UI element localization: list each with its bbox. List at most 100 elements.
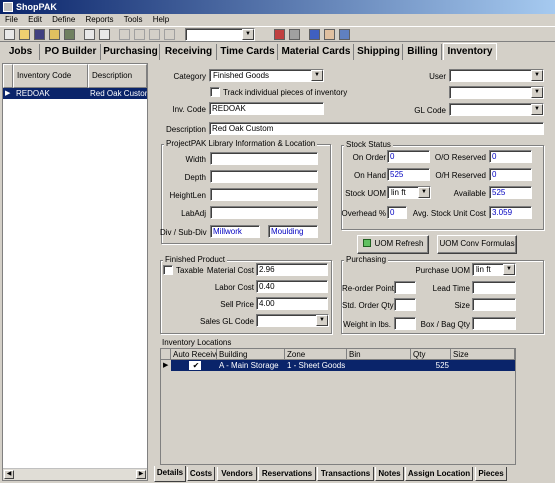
menu-help[interactable]: Help	[153, 15, 169, 24]
purchase-uom-label: Purchase UOM	[415, 266, 470, 275]
tab-billing[interactable]: Billing	[404, 44, 442, 60]
print-preview-icon[interactable]	[84, 29, 95, 40]
sell-price-input[interactable]: 4.00	[256, 297, 328, 310]
subdiv-input[interactable]: Moulding	[268, 225, 318, 238]
chart-icon[interactable]	[309, 29, 320, 40]
table-row[interactable]: ▶ ✔ A - Main Storage 1 - Sheet Goods 525	[161, 360, 515, 371]
taxable-checkbox[interactable]	[163, 265, 173, 275]
sell-price-label: Sell Price	[220, 300, 254, 309]
find-icon[interactable]	[99, 29, 110, 40]
heightlen-input[interactable]	[210, 188, 318, 201]
sales-gl-code-select[interactable]: ▼	[256, 314, 329, 327]
tab-notes[interactable]: Notes	[375, 467, 404, 481]
tab-pieces[interactable]: Pieces	[475, 467, 507, 481]
tab-material-cards[interactable]: Material Cards	[279, 44, 354, 60]
avg-cost-input[interactable]: 3.059	[489, 206, 532, 219]
chevron-down-icon[interactable]: ▼	[316, 315, 328, 326]
tab-jobs[interactable]: Jobs	[2, 44, 40, 60]
track-pieces-checkbox[interactable]	[210, 87, 220, 97]
open-folder-icon[interactable]	[19, 29, 30, 40]
scroll-left-icon[interactable]: ◀	[4, 470, 14, 479]
tab-transactions[interactable]: Transactions	[317, 467, 374, 481]
toolbar-dropdown[interactable]: ▼	[185, 28, 255, 41]
menu-reports[interactable]: Reports	[86, 15, 114, 24]
new-icon[interactable]	[4, 29, 15, 40]
tab-assign-location[interactable]: Assign Location	[405, 467, 473, 481]
folder-alt-icon[interactable]	[64, 29, 75, 40]
tab-vendors[interactable]: Vendors	[217, 467, 257, 481]
tab-inventory[interactable]: Inventory	[443, 43, 497, 60]
gl-code-select[interactable]: ▼	[449, 103, 544, 116]
purchase-uom-select[interactable]: lin ft ▼	[472, 263, 516, 276]
description-input[interactable]: Red Oak Custom	[209, 122, 544, 135]
menu-file[interactable]: File	[5, 15, 18, 24]
lead-time-input[interactable]	[472, 281, 516, 294]
oh-reserved-input[interactable]: 0	[489, 168, 532, 181]
labor-cost-input[interactable]: 0.40	[256, 280, 328, 293]
depth-input[interactable]	[210, 170, 318, 183]
folder-icon[interactable]	[49, 29, 60, 40]
tab-shipping[interactable]: Shipping	[355, 44, 403, 60]
tab-costs[interactable]: Costs	[187, 467, 215, 481]
menu-bar: File Edit Define Reports Tools Help	[0, 14, 555, 26]
labadj-input[interactable]	[210, 206, 318, 219]
column-header-bin[interactable]: Bin	[347, 349, 411, 360]
save-icon[interactable]	[34, 29, 45, 40]
box-bag-qty-input[interactable]	[472, 317, 516, 330]
inv-code-input[interactable]: REDOAK	[209, 102, 324, 115]
div-input[interactable]: Millwork	[210, 225, 260, 238]
oo-reserved-input[interactable]: 0	[489, 150, 532, 163]
cut-icon[interactable]	[119, 29, 130, 40]
weight-input[interactable]	[394, 317, 416, 330]
menu-edit[interactable]: Edit	[28, 15, 42, 24]
chevron-down-icon[interactable]: ▼	[242, 29, 254, 40]
people-icon[interactable]	[324, 29, 335, 40]
stock-uom-select[interactable]: lin ft ▼	[387, 186, 431, 199]
column-header-inventory-code[interactable]: Inventory Code	[13, 64, 88, 88]
uom-refresh-button[interactable]: UOM Refresh	[357, 235, 429, 254]
tab-purchasing[interactable]: Purchasing	[102, 44, 160, 60]
available-input[interactable]: 525	[489, 186, 532, 199]
chevron-down-icon[interactable]: ▼	[531, 104, 543, 115]
scroll-right-icon[interactable]: ▶	[136, 470, 146, 479]
column-header-description[interactable]: Description	[88, 64, 147, 88]
on-order-input[interactable]: 0	[387, 150, 430, 163]
column-header-size[interactable]: Size	[451, 349, 515, 360]
tab-receiving[interactable]: Receiving	[161, 44, 217, 60]
paste-icon[interactable]	[149, 29, 160, 40]
column-header-auto-receive[interactable]: Auto Receive	[171, 349, 221, 360]
chevron-down-icon[interactable]: ▼	[311, 70, 323, 81]
horizontal-scrollbar[interactable]: ◀ ▶	[3, 468, 147, 480]
reorder-point-input[interactable]	[394, 281, 416, 294]
copy-icon[interactable]	[134, 29, 145, 40]
chevron-down-icon[interactable]: ▼	[503, 264, 515, 275]
chevron-down-icon[interactable]: ▼	[531, 87, 543, 98]
user-select[interactable]: ▼	[449, 69, 544, 82]
tools-icon[interactable]	[274, 29, 285, 40]
tab-details[interactable]: Details	[154, 466, 186, 482]
secondary-select[interactable]: ▼	[449, 86, 544, 99]
column-header-building[interactable]: Building	[217, 349, 285, 360]
overhead-input[interactable]: 0	[387, 206, 407, 219]
network-icon[interactable]	[339, 29, 350, 40]
chevron-down-icon[interactable]: ▼	[531, 70, 543, 81]
menu-define[interactable]: Define	[52, 15, 75, 24]
tab-time-cards[interactable]: Time Cards	[218, 44, 278, 60]
menu-tools[interactable]: Tools	[124, 15, 143, 24]
column-header-zone[interactable]: Zone	[285, 349, 347, 360]
calculator-icon[interactable]	[289, 29, 300, 40]
auto-receive-checkbox[interactable]: ✔	[189, 361, 201, 370]
on-hand-input[interactable]: 525	[387, 168, 430, 181]
size-input[interactable]	[472, 298, 516, 311]
uom-conv-formulas-button[interactable]: UOM Conv Formulas	[437, 235, 517, 254]
undo-icon[interactable]	[164, 29, 175, 40]
column-header-qty[interactable]: Qty	[411, 349, 451, 360]
category-select[interactable]: Finished Goods ▼	[209, 69, 324, 82]
tab-reservations[interactable]: Reservations	[258, 467, 316, 481]
material-cost-input[interactable]: 2.96	[256, 263, 328, 276]
std-order-qty-input[interactable]	[394, 298, 416, 311]
chevron-down-icon[interactable]: ▼	[418, 187, 430, 198]
tab-po-builder[interactable]: PO Builder	[41, 44, 101, 60]
list-item[interactable]: ▶ REDOAK Red Oak Custom	[3, 88, 147, 99]
width-input[interactable]	[210, 152, 318, 165]
